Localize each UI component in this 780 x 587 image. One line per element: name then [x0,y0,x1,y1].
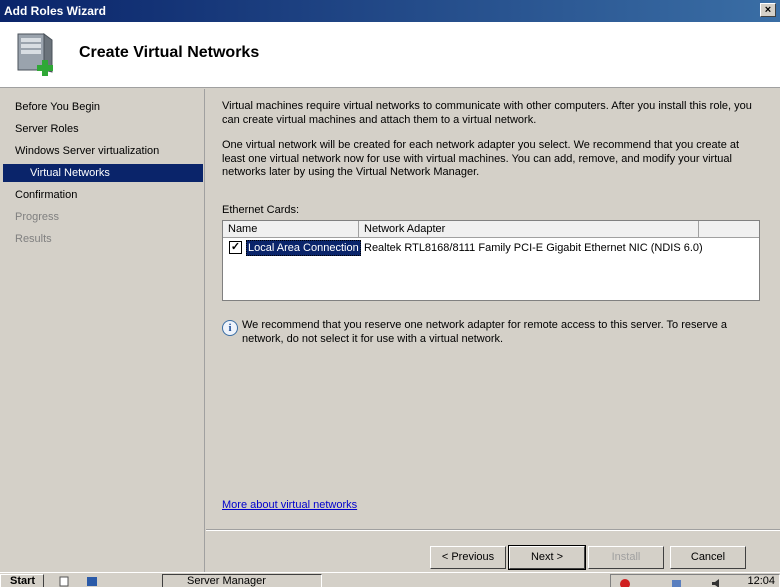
server-add-icon [17,33,53,76]
cancel-button[interactable]: Cancel [670,546,746,569]
start-button[interactable]: Start [0,574,44,587]
row-checkbox[interactable]: ✓ [229,241,242,254]
nav-item-virtual-networks[interactable]: Virtual Networks [3,164,203,182]
nav-item-confirmation[interactable]: Confirmation [15,186,77,204]
wizard-content: Virtual machines require virtual network… [206,89,780,572]
window-title: Add Roles Wizard [4,4,106,18]
quick-launch-powershell-icon[interactable] [86,576,98,587]
nav-item-before-you-begin[interactable]: Before You Begin [15,98,100,116]
taskbar-clock[interactable]: 12:04 [747,575,775,587]
table-row[interactable]: ✓ Local Area Connection Realtek RTL8168/… [223,239,759,257]
previous-button[interactable]: < Previous [430,546,506,569]
next-button[interactable]: Next > [508,545,586,570]
page-title: Create Virtual Networks [79,44,260,61]
tray-network-icon[interactable] [671,578,683,587]
wizard-steps-nav: Before You Begin Server Roles Windows Se… [0,89,205,572]
list-header: Name Network Adapter [223,221,759,238]
cell-network-adapter: Realtek RTL8168/8111 Family PCI-E Gigabi… [364,242,703,254]
quick-launch-explorer-icon[interactable] [58,576,70,587]
intro-paragraph: Virtual machines require virtual network… [222,100,752,126]
wizard-header: Create Virtual Networks [0,22,780,88]
button-divider [206,529,780,531]
install-button: Install [588,546,664,569]
taskbar: Start Server Manager 12:04 [0,572,780,587]
ethernet-cards-list[interactable]: Name Network Adapter ✓ Local Area Connec… [222,220,760,301]
ethernet-cards-label: Ethernet Cards: [222,204,300,216]
nav-item-server-roles[interactable]: Server Roles [15,120,79,138]
nav-item-results: Results [15,233,52,245]
nav-item-progress: Progress [15,211,60,223]
info-icon: i [222,320,238,336]
wizard-body: Before You Begin Server Roles Windows Se… [0,89,780,572]
tray-alert-icon[interactable] [619,578,631,587]
title-bar: Add Roles Wizard × [0,0,780,22]
nav-item-windows-server-virtualization[interactable]: Windows Server virtualization [15,142,159,160]
more-about-virtual-networks-link[interactable]: More about virtual networks [222,499,357,511]
instructions-paragraph: One virtual network will be created for … [222,139,740,178]
column-header-network-adapter[interactable]: Network Adapter [359,221,699,238]
system-tray: 12:04 [610,574,780,587]
taskbar-item-server-manager[interactable]: Server Manager [162,574,322,587]
tray-volume-icon[interactable] [711,578,723,587]
close-button[interactable]: × [760,3,776,17]
info-text: We recommend that you reserve one networ… [242,319,728,345]
column-header-name[interactable]: Name [223,221,359,238]
column-header-filler [699,221,759,238]
cell-name[interactable]: Local Area Connection [246,240,361,256]
